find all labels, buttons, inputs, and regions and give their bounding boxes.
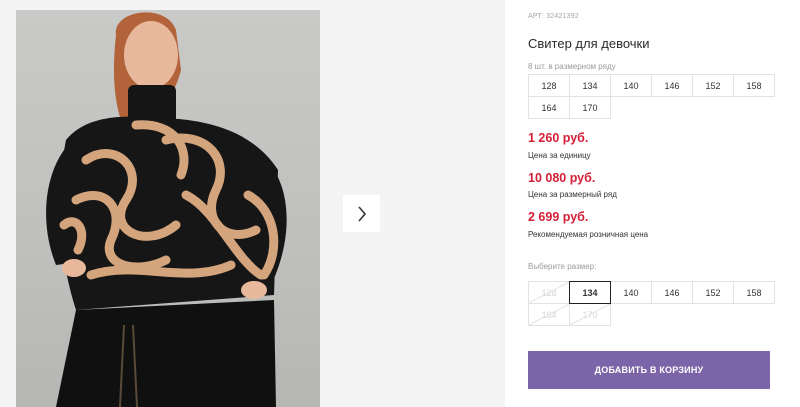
pack-size-grid: 128 134 140 146 152 158 164 170	[528, 74, 775, 119]
pack-hint: 8 шт. в размерном ряду	[528, 62, 616, 71]
pack-size: 164	[528, 96, 570, 119]
pack-size: 152	[692, 74, 734, 97]
size-option[interactable]: 158	[733, 281, 775, 304]
size-option-disabled: 170	[569, 303, 611, 326]
retail-price-label: Рекомендуемая розничная цена	[528, 230, 649, 239]
select-size-hint: Выберите размер:	[528, 262, 597, 271]
product-photo-illustration	[46, 12, 287, 407]
size-selector: 128 134 140 146 152 158 164 170	[528, 281, 775, 326]
retail-price: 2 699 руб.	[528, 210, 589, 224]
strike-line	[529, 282, 569, 303]
pack-size: 146	[651, 74, 693, 97]
unit-price: 1 260 руб.	[528, 131, 589, 145]
strike-line	[529, 304, 569, 325]
pack-size: 158	[733, 74, 775, 97]
pack-size: 170	[569, 96, 611, 119]
pack-size: 128	[528, 74, 570, 97]
article-number: АРТ: 32421392	[528, 13, 579, 20]
size-option[interactable]: 152	[692, 281, 734, 304]
product-photo[interactable]	[16, 10, 320, 407]
strike-line	[570, 304, 610, 325]
pack-size: 140	[610, 74, 652, 97]
size-option-disabled: 164	[528, 303, 570, 326]
size-option[interactable]: 146	[651, 281, 693, 304]
size-option[interactable]: 140	[610, 281, 652, 304]
row-price-label: Цена за размерный ряд	[528, 190, 617, 199]
next-image-button[interactable]	[343, 195, 380, 232]
size-option-selected[interactable]: 134	[569, 281, 611, 304]
unit-price-label: Цена за единицу	[528, 151, 591, 160]
product-gallery	[0, 0, 505, 407]
chevron-right-icon	[357, 205, 366, 222]
pack-size: 134	[569, 74, 611, 97]
add-to-cart-button[interactable]: ДОБАВИТЬ В КОРЗИНУ	[528, 351, 770, 389]
product-title: Свитер для девочки	[528, 36, 650, 51]
size-option-disabled: 128	[528, 281, 570, 304]
row-price: 10 080 руб.	[528, 171, 596, 185]
